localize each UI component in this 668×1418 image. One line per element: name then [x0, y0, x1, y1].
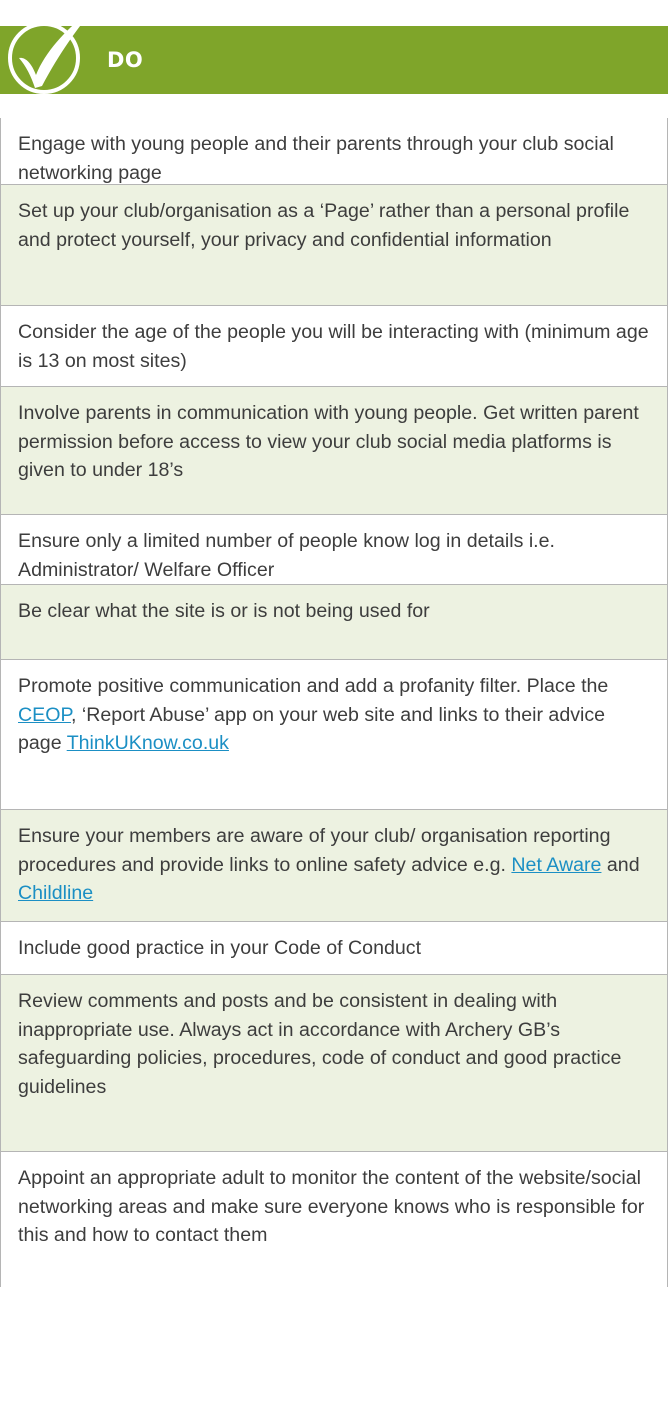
header-title: DO [107, 48, 144, 72]
thinkuknow-link[interactable]: ThinkUKnow.co.uk [67, 732, 229, 754]
list-item-login-details: Ensure only a limited number of people k… [1, 515, 667, 585]
list-item-text: and [601, 853, 640, 876]
childline-link[interactable]: Childline [18, 882, 93, 904]
list-item-text: Engage with young people and their paren… [18, 133, 614, 184]
list-item-text: Consider the age of the people you will … [18, 321, 649, 372]
list-item-text: Appoint an appropriate adult to monitor … [18, 1167, 645, 1246]
list-item-text: Include good practice in your Code of Co… [18, 937, 422, 959]
list-item-engage: Engage with young people and their paren… [1, 118, 667, 185]
list-item-site-purpose: Be clear what the site is or is not bein… [1, 585, 667, 660]
list-item-reporting-procedures: Ensure your members are aware of your cl… [1, 810, 667, 922]
checkmark-icon [8, 1, 98, 94]
list-item-text: Promote positive communication and add a… [18, 675, 609, 697]
list-item-positive-communication: Promote positive communication and add a… [1, 660, 667, 810]
list-item-text: Set up your club/organisation as a ‘Page… [18, 200, 630, 251]
list-item-text: Review comments and posts and be consist… [18, 990, 622, 1098]
list-item-page-setup: Set up your club/organisation as a ‘Page… [1, 185, 667, 306]
list-item-text: Ensure only a limited number of people k… [18, 530, 555, 581]
list-item-text: Involve parents in communication with yo… [18, 402, 639, 481]
do-guidelines-page: DO Engage with young people and their pa… [0, 0, 668, 1418]
net-aware-link[interactable]: Net Aware [511, 854, 601, 876]
list-item-age: Consider the age of the people you will … [1, 306, 667, 387]
list-item-parents: Involve parents in communication with yo… [1, 387, 667, 515]
ceop-link[interactable]: CEOP [18, 704, 71, 726]
list-item-appoint-adult: Appoint an appropriate adult to monitor … [1, 1152, 667, 1287]
list-item-code-of-conduct: Include good practice in your Code of Co… [1, 922, 667, 975]
do-list: Engage with young people and their paren… [0, 118, 668, 1287]
list-item-review-comments: Review comments and posts and be consist… [1, 975, 667, 1152]
list-item-text: Be clear what the site is or is not bein… [18, 600, 430, 622]
